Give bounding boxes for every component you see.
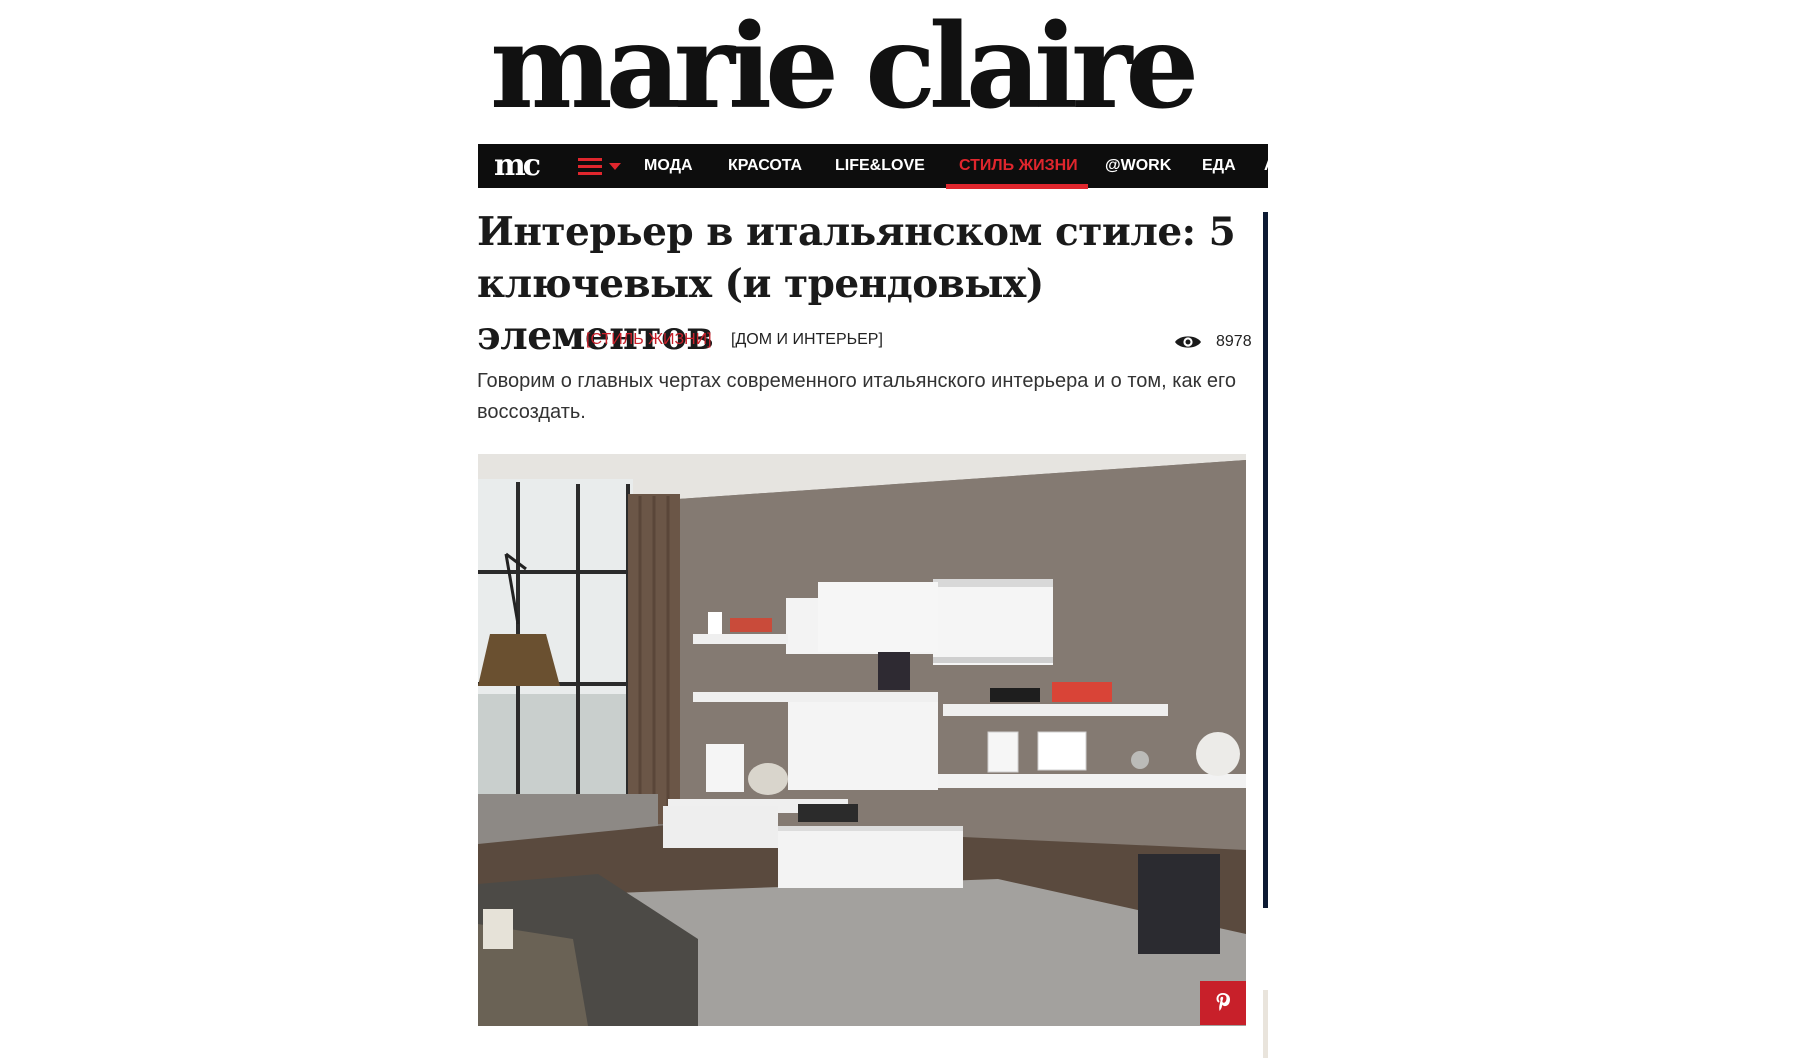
category-tag-home-interior[interactable]: [ДОМ И ИНТЕРЬЕР] [731,328,883,352]
nav-item-eda[interactable]: ЕДА [1202,144,1236,188]
article-lead: Говорим о главных чертах современного ит… [477,370,1236,423]
view-counter: 8978 [1174,330,1252,354]
article-title-line-1: Интерьер в итальянском стиле: 5 [477,209,1236,255]
eye-icon [1175,336,1201,348]
site-logo[interactable]: marie claire [490,2,1199,132]
pinterest-share-button[interactable] [1200,981,1246,1025]
category-tag-lifestyle[interactable]: [СТИЛЬ ЖИЗНИ] [586,328,712,352]
hamburger-icon [578,157,602,177]
menu-toggle-button[interactable] [578,157,628,177]
sidebar-divider [1263,212,1268,908]
nav-item-moda[interactable]: МОДА [644,144,693,188]
hero-image [478,454,1246,1026]
nav-item-stil-zhizni[interactable]: СТИЛЬ ЖИЗНИ [959,144,1078,188]
chevron-down-icon [609,163,621,170]
sidebar-ad-edge [1263,990,1268,1058]
pinterest-icon [1216,993,1230,1011]
nav-item-life-love[interactable]: LIFE&LOVE [835,144,925,188]
brand-mark[interactable]: mc [494,146,541,186]
nav-item-work[interactable]: @WORK [1105,144,1171,188]
nav-item-overflow[interactable]: А [1264,144,1268,188]
active-tab-indicator [946,184,1088,189]
main-navigation: mc МОДА КРАСОТА LIFE&LOVE СТИЛЬ ЖИЗНИ @W… [478,144,1268,188]
nav-item-krasota[interactable]: КРАСОТА [728,144,802,188]
views-count: 8978 [1216,333,1252,350]
